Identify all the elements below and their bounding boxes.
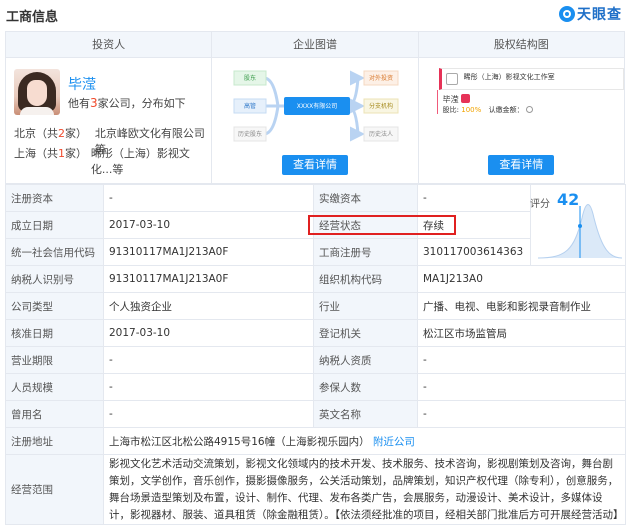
graph-node-executive: 高管 — [233, 98, 267, 114]
table-row: 人员规模 - 参保人数 - — [5, 373, 626, 401]
field-value: - — [417, 400, 626, 428]
brand-name: 天眼查 — [577, 7, 622, 23]
svg-text:历史法人: 历史法人 — [369, 130, 393, 138]
investor-panel-title: 投资人 — [6, 32, 212, 58]
field-value: - — [103, 400, 314, 428]
field-label: 人员规模 — [5, 373, 104, 401]
field-label: 纳税人识别号 — [5, 265, 104, 293]
field-value: 91310117MA1J213A0F — [103, 265, 314, 293]
subscribed-amount: 认缴金额： — [489, 105, 533, 115]
table-row: 曾用名 - 英文名称 - — [5, 400, 626, 428]
equity-view-details-button[interactable]: 查看详情 — [488, 155, 555, 175]
field-value: - — [417, 346, 626, 374]
enterprise-graph-diagram[interactable]: 股东 高管 历史股东 XXXX有限公司 对外投资 分支机构 历史法人 — [212, 58, 418, 154]
table-row: 纳税人识别号 91310117MA1J213A0F 组织机构代码 MA1J213… — [5, 265, 626, 293]
graph-node-investment: 对外投资 — [363, 70, 399, 86]
field-label: 工商注册号 — [313, 238, 418, 266]
field-label: 公司类型 — [5, 292, 104, 320]
field-value: - — [103, 184, 314, 212]
company-count: 3 — [90, 96, 98, 110]
address-value: 上海市松江区北松公路4915号16幢（上海影视乐园内） 附近公司 — [103, 427, 626, 455]
svg-text:对外投资: 对外投资 — [369, 74, 393, 82]
field-label: 纳税人资质 — [313, 346, 418, 374]
field-value: 91310117MA1J213A0F — [103, 238, 314, 266]
section-title: 工商信息 — [6, 10, 59, 25]
svg-text:股东: 股东 — [244, 74, 256, 82]
table-row: 注册地址 上海市松江区北松公路4915号16幢（上海影视乐园内） 附近公司 — [5, 427, 626, 455]
status-highlight-box — [308, 215, 456, 235]
investor-location-row[interactable]: 上海（共1家） 晞彤（上海）影视文化...等 — [14, 145, 211, 177]
svg-text:XXXX有限公司: XXXX有限公司 — [297, 102, 337, 110]
svg-text:分支机构: 分支机构 — [369, 102, 393, 110]
equity-company-node[interactable]: 晞彤（上海）影视文化工作室 — [438, 68, 624, 90]
field-label: 注册资本 — [5, 184, 104, 212]
field-label: 成立日期 — [5, 211, 104, 239]
field-value: 松江区市场监管局 — [417, 319, 626, 347]
person-badge-icon — [460, 94, 470, 103]
info-icon — [525, 106, 533, 113]
equity-ratio: 股比: 100% — [442, 106, 482, 114]
field-label: 曾用名 — [5, 400, 104, 428]
equity-panel-title: 股权结构图 — [418, 32, 624, 58]
field-value: - — [417, 373, 626, 401]
field-label: 注册地址 — [5, 427, 104, 455]
field-value: 2017-03-10 — [103, 319, 314, 347]
table-row: 公司类型 个人独资企业 行业 广播、电视、电影和影视录音制作业 — [5, 292, 626, 320]
field-label: 营业期限 — [5, 346, 104, 374]
graph-node-history-shareholder: 历史股东 — [233, 126, 267, 142]
nearby-companies-link[interactable]: 附近公司 — [373, 436, 415, 448]
field-value: 个人独资企业 — [103, 292, 314, 320]
equity-connector — [436, 90, 438, 114]
investor-avatar[interactable] — [14, 69, 60, 115]
field-label: 核准日期 — [5, 319, 104, 347]
field-label: 行业 — [313, 292, 418, 320]
score-value: 42 — [557, 190, 580, 209]
field-label: 实缴资本 — [313, 184, 418, 212]
investor-panel: 投资人 毕滢 他有3家公司，分布如下 北京（共2家） 北京峰欧文化有限公司等 上… — [6, 32, 213, 183]
score-label: 评分 — [530, 199, 550, 210]
field-label: 组织机构代码 — [313, 265, 418, 293]
graph-node-center-company: XXXX有限公司 — [284, 97, 351, 115]
business-scope-value: 影视文化艺术活动交流策划，影视文化领域内的技术开发、技术服务、技术咨询，影视剧策… — [103, 454, 626, 525]
field-value: - — [417, 184, 531, 212]
field-value: 广播、电视、电影和影视录音制作业 — [417, 292, 626, 320]
svg-text:高管: 高管 — [244, 102, 256, 110]
field-label: 参保人数 — [313, 373, 418, 401]
table-row: 营业期限 - 纳税人资质 - — [5, 346, 626, 374]
equity-structure-panel: 股权结构图 晞彤（上海）影视文化工作室 毕滢 股比: 100% 认缴金额： 查看… — [418, 32, 624, 183]
graph-node-history-legal: 历史法人 — [363, 126, 399, 142]
investor-summary: 他有3家公司，分布如下 — [68, 96, 186, 110]
graph-panel-title: 企业图谱 — [212, 32, 418, 58]
brand-logo[interactable]: 天眼查 — [559, 4, 622, 24]
tianyancha-logo-icon — [559, 6, 575, 22]
graph-view-details-button[interactable]: 查看详情 — [281, 155, 348, 175]
field-label: 登记机关 — [313, 319, 418, 347]
field-label: 经营范围 — [5, 454, 104, 525]
field-label: 英文名称 — [313, 400, 418, 428]
business-info-table: 注册资本 - 实缴资本 - 成立日期 2017-03-10 经营状态 存续 统一… — [5, 184, 626, 525]
field-value: - — [103, 346, 314, 374]
field-value: 310117003614363 — [417, 238, 531, 266]
field-value: MA1J213A0 — [417, 265, 626, 293]
field-value: - — [103, 373, 314, 401]
table-row: 经营范围 影视文化艺术活动交流策划，影视文化领域内的技术开发、技术服务、技术咨询… — [5, 454, 626, 525]
graph-node-branch: 分支机构 — [363, 98, 399, 114]
field-label: 统一社会信用代码 — [5, 238, 104, 266]
equity-holder-name[interactable]: 毕滢 — [443, 94, 470, 105]
company-icon — [445, 73, 458, 85]
graph-node-shareholder: 股东 — [233, 70, 267, 86]
location-company[interactable]: 晞彤（上海）影视文化...等 — [91, 145, 211, 177]
svg-text:历史股东: 历史股东 — [238, 130, 262, 138]
table-row: 核准日期 2017-03-10 登记机关 松江区市场监管局 — [5, 319, 626, 347]
investor-name-link[interactable]: 毕滢 — [68, 74, 96, 94]
summary-panels: 投资人 毕滢 他有3家公司，分布如下 北京（共2家） 北京峰欧文化有限公司等 上… — [5, 31, 625, 184]
enterprise-graph-panel: 企业图谱 股东 高管 历史股东 XXXX有限公司 对外投资 分支机构 历史法人 … — [212, 32, 419, 183]
field-value: 2017-03-10 — [103, 211, 314, 239]
